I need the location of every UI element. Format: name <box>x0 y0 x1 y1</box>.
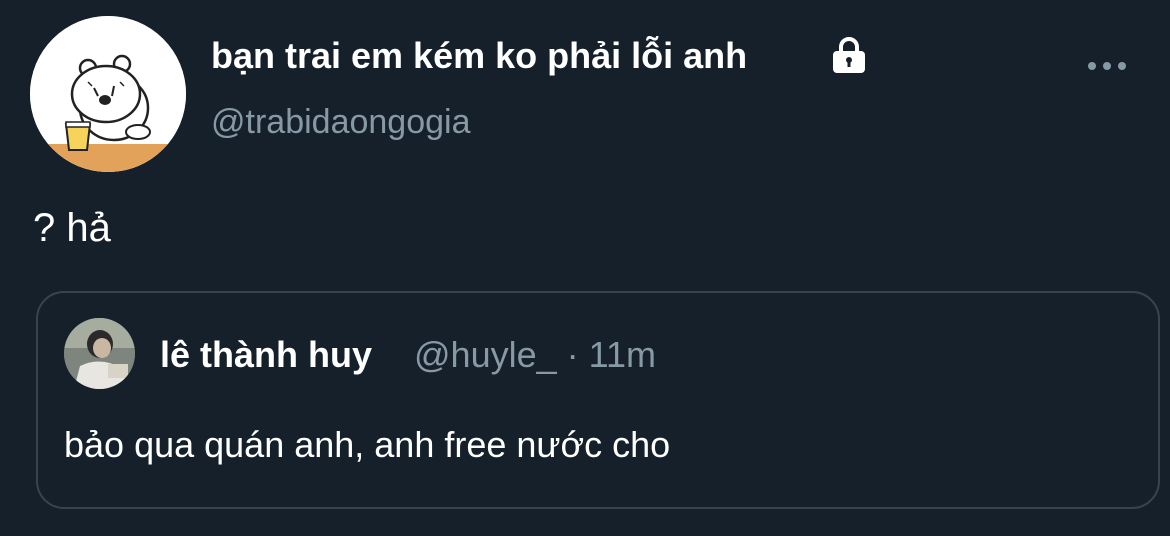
bear-cartoon-avatar-icon <box>30 16 186 172</box>
quoted-tweet-text: bảo qua quán anh, anh free nước cho <box>64 424 671 465</box>
quoted-author-handle[interactable]: @huyle_ <box>414 334 557 375</box>
tweet-text: ? hả <box>33 206 111 250</box>
quoted-tweet-time[interactable]: 11m <box>589 334 656 375</box>
quoted-author-avatar[interactable] <box>64 318 135 389</box>
author-display-name[interactable]: bạn trai em kém ko phải lỗi anh <box>211 34 747 78</box>
user-photo-avatar-icon <box>64 318 135 389</box>
quoted-tweet-meta: @huyle_ · 11m <box>414 333 656 377</box>
more-dots-icon[interactable] <box>1086 56 1128 76</box>
quoted-tweet-card[interactable] <box>36 291 1160 509</box>
author-handle[interactable]: @trabidaongogia <box>211 100 470 144</box>
lock-icon <box>833 37 865 73</box>
quoted-author-name[interactable]: lê thành huy <box>160 333 372 377</box>
author-avatar[interactable] <box>30 16 186 172</box>
meta-separator: · <box>566 334 579 375</box>
